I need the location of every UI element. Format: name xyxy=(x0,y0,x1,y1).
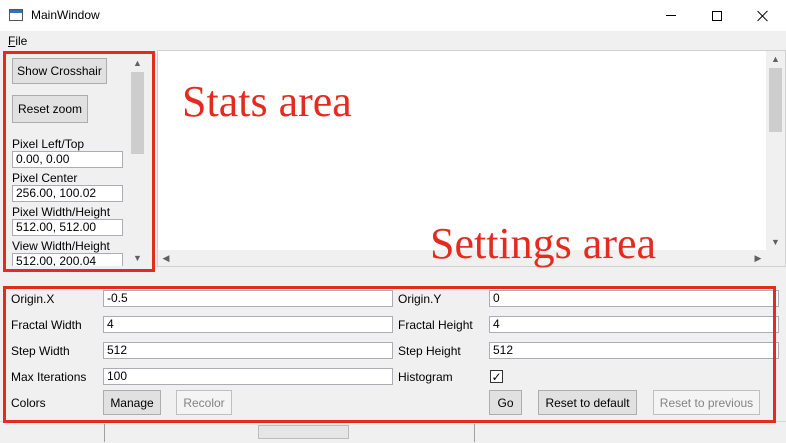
reset-zoom-button[interactable]: Reset zoom xyxy=(12,95,88,123)
status-separator xyxy=(104,424,105,442)
scrollbar-corner xyxy=(766,250,785,266)
histogram-label: Histogram xyxy=(398,370,453,384)
app-window-icon xyxy=(9,9,23,21)
step-width-input[interactable]: 512 xyxy=(103,342,393,359)
menu-file[interactable]: File xyxy=(8,34,27,48)
step-height-input[interactable]: 512 xyxy=(489,342,779,359)
colors-label: Colors xyxy=(11,396,46,410)
minimize-icon xyxy=(666,15,676,16)
scroll-up-icon[interactable]: ▲ xyxy=(129,55,146,71)
status-bar xyxy=(0,421,786,443)
pixel-width-height-label: Pixel Width/Height xyxy=(12,205,111,219)
title-bar[interactable]: MainWindow xyxy=(0,0,786,31)
pixel-center-field[interactable]: 256.00, 100.02 xyxy=(12,185,123,202)
origin-x-label: Origin.X xyxy=(11,292,55,306)
scroll-up-icon[interactable]: ▲ xyxy=(766,51,785,67)
view-width-height-field[interactable]: 512.00, 200.04 xyxy=(12,253,123,266)
scroll-left-icon[interactable]: ◀ xyxy=(158,250,174,266)
show-crosshair-button[interactable]: Show Crosshair xyxy=(12,58,107,84)
fractal-settings-grid: Origin.X -0.5 Origin.Y 0 Fractal Width 4… xyxy=(0,285,786,420)
stats-area-caption: Stats area xyxy=(182,77,352,126)
checkmark-icon: ✓ xyxy=(491,369,502,384)
step-width-label: Step Width xyxy=(11,344,70,358)
fractal-width-input[interactable]: 4 xyxy=(103,316,393,333)
stats-scrollbar[interactable]: ▲ ▼ xyxy=(129,55,146,266)
view-width-height-label: View Width/Height xyxy=(12,239,110,253)
maximize-button[interactable] xyxy=(694,0,740,31)
stats-panel: Show Crosshair Reset zoom Pixel Left/Top… xyxy=(8,55,146,266)
menu-file-label: ile xyxy=(15,34,28,48)
scroll-down-icon[interactable]: ▼ xyxy=(766,234,785,250)
window-title: MainWindow xyxy=(31,8,100,22)
scroll-down-icon[interactable]: ▼ xyxy=(129,250,146,266)
status-separator xyxy=(474,424,475,442)
max-iterations-label: Max Iterations xyxy=(11,370,87,384)
pixel-width-height-field[interactable]: 512.00, 512.00 xyxy=(12,219,123,236)
fractal-height-input[interactable]: 4 xyxy=(489,316,779,333)
fractal-height-label: Fractal Height xyxy=(398,318,473,332)
manage-colors-button[interactable]: Manage xyxy=(103,390,161,415)
origin-y-label: Origin.Y xyxy=(398,292,442,306)
minimize-button[interactable] xyxy=(648,0,694,31)
go-button[interactable]: Go xyxy=(489,390,522,415)
reset-to-previous-button[interactable]: Reset to previous xyxy=(653,390,760,415)
settings-vertical-scrollbar[interactable]: ▲ ▼ xyxy=(766,51,785,250)
step-height-label: Step Height xyxy=(398,344,461,358)
origin-x-input[interactable]: -0.5 xyxy=(103,290,393,307)
pixel-center-label: Pixel Center xyxy=(12,171,78,185)
status-progress-bar xyxy=(258,425,349,439)
menu-bar: File xyxy=(0,31,786,50)
settings-scroll-thumb[interactable] xyxy=(769,68,782,132)
fractal-width-label: Fractal Width xyxy=(11,318,82,332)
maximize-icon xyxy=(712,10,722,21)
stats-scroll-thumb[interactable] xyxy=(131,72,144,154)
histogram-checkbox[interactable]: ✓ xyxy=(490,370,503,383)
pixel-left-top-label: Pixel Left/Top xyxy=(12,137,85,151)
origin-y-input[interactable]: 0 xyxy=(489,290,779,307)
pixel-left-top-field[interactable]: 0.00, 0.00 xyxy=(12,151,123,168)
scroll-right-icon[interactable]: ▶ xyxy=(750,250,766,266)
reset-to-default-button[interactable]: Reset to default xyxy=(538,390,637,415)
recolor-button[interactable]: Recolor xyxy=(176,390,232,415)
close-icon xyxy=(757,10,769,22)
max-iterations-input[interactable]: 100 xyxy=(103,368,393,385)
settings-area-caption: Settings area xyxy=(430,219,657,268)
close-button[interactable] xyxy=(740,0,786,31)
